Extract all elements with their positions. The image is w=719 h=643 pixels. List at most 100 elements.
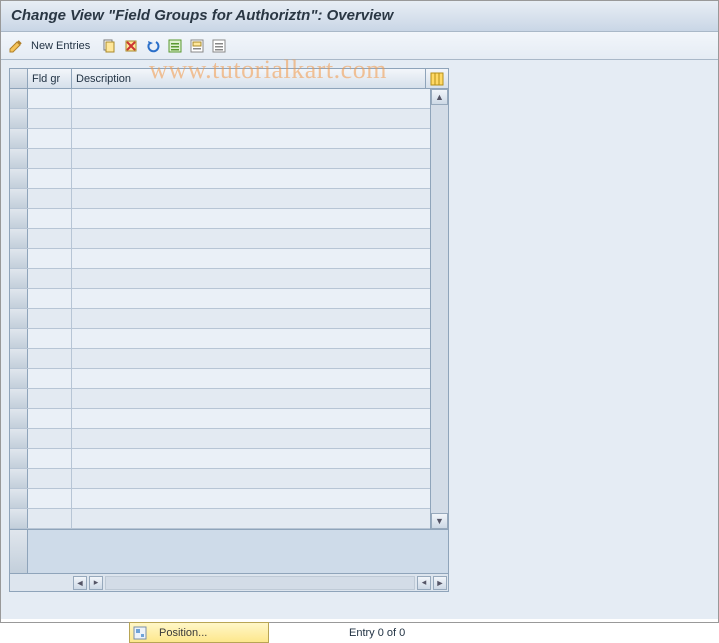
- cell-description[interactable]: [72, 449, 430, 468]
- row-selector[interactable]: [10, 269, 28, 288]
- row-selector[interactable]: [10, 469, 28, 488]
- scroll-right-button[interactable]: ►: [433, 576, 447, 590]
- undo-icon[interactable]: [144, 37, 162, 55]
- table-row[interactable]: [10, 289, 430, 309]
- select-block-icon[interactable]: [188, 37, 206, 55]
- cell-fldgr[interactable]: [28, 109, 72, 128]
- cell-fldgr[interactable]: [28, 449, 72, 468]
- row-selector[interactable]: [10, 289, 28, 308]
- copy-icon[interactable]: [100, 37, 118, 55]
- row-selector[interactable]: [10, 309, 28, 328]
- cell-fldgr[interactable]: [28, 489, 72, 508]
- row-selector[interactable]: [10, 169, 28, 188]
- select-all-column-header[interactable]: [10, 69, 28, 88]
- cell-fldgr[interactable]: [28, 429, 72, 448]
- table-row[interactable]: [10, 329, 430, 349]
- cell-description[interactable]: [72, 469, 430, 488]
- scroll-up-button[interactable]: ▲: [431, 89, 448, 105]
- cell-description[interactable]: [72, 209, 430, 228]
- cell-description[interactable]: [72, 89, 430, 108]
- row-selector[interactable]: [10, 109, 28, 128]
- cell-description[interactable]: [72, 129, 430, 148]
- row-selector[interactable]: [10, 509, 28, 528]
- cell-fldgr[interactable]: [28, 469, 72, 488]
- cell-fldgr[interactable]: [28, 329, 72, 348]
- cell-description[interactable]: [72, 329, 430, 348]
- table-row[interactable]: [10, 429, 430, 449]
- table-row[interactable]: [10, 409, 430, 429]
- cell-description[interactable]: [72, 429, 430, 448]
- cell-description[interactable]: [72, 489, 430, 508]
- cell-description[interactable]: [72, 349, 430, 368]
- scroll-left-button[interactable]: ◄: [73, 576, 87, 590]
- scroll-right-step-button[interactable]: ◂: [417, 576, 431, 590]
- row-selector[interactable]: [10, 129, 28, 148]
- table-row[interactable]: [10, 89, 430, 109]
- cell-description[interactable]: [72, 309, 430, 328]
- cell-fldgr[interactable]: [28, 149, 72, 168]
- cell-fldgr[interactable]: [28, 169, 72, 188]
- cell-fldgr[interactable]: [28, 209, 72, 228]
- row-selector[interactable]: [10, 249, 28, 268]
- cell-fldgr[interactable]: [28, 269, 72, 288]
- cell-description[interactable]: [72, 169, 430, 188]
- scroll-track-horizontal[interactable]: [105, 576, 415, 590]
- table-row[interactable]: [10, 489, 430, 509]
- row-selector[interactable]: [10, 349, 28, 368]
- delete-icon[interactable]: [122, 37, 140, 55]
- position-button[interactable]: Position...: [129, 622, 269, 643]
- cell-description[interactable]: [72, 109, 430, 128]
- row-selector[interactable]: [10, 189, 28, 208]
- cell-fldgr[interactable]: [28, 189, 72, 208]
- cell-fldgr[interactable]: [28, 129, 72, 148]
- table-config-icon[interactable]: [426, 69, 448, 88]
- cell-description[interactable]: [72, 249, 430, 268]
- cell-description[interactable]: [72, 269, 430, 288]
- table-row[interactable]: [10, 229, 430, 249]
- cell-fldgr[interactable]: [28, 509, 72, 528]
- cell-description[interactable]: [72, 189, 430, 208]
- edit-icon[interactable]: [7, 37, 25, 55]
- cell-description[interactable]: [72, 369, 430, 388]
- scroll-down-button[interactable]: ▼: [431, 513, 448, 529]
- table-row[interactable]: [10, 109, 430, 129]
- row-selector[interactable]: [10, 389, 28, 408]
- column-header-fldgr[interactable]: Fld gr: [28, 69, 72, 88]
- row-selector[interactable]: [10, 329, 28, 348]
- scroll-left-step-button[interactable]: ▸: [89, 576, 103, 590]
- cell-fldgr[interactable]: [28, 249, 72, 268]
- cell-fldgr[interactable]: [28, 409, 72, 428]
- cell-description[interactable]: [72, 389, 430, 408]
- table-row[interactable]: [10, 309, 430, 329]
- table-row[interactable]: [10, 209, 430, 229]
- row-selector[interactable]: [10, 449, 28, 468]
- table-row[interactable]: [10, 389, 430, 409]
- cell-fldgr[interactable]: [28, 89, 72, 108]
- cell-fldgr[interactable]: [28, 349, 72, 368]
- table-row[interactable]: [10, 449, 430, 469]
- row-selector[interactable]: [10, 429, 28, 448]
- row-selector[interactable]: [10, 489, 28, 508]
- table-row[interactable]: [10, 369, 430, 389]
- cell-fldgr[interactable]: [28, 229, 72, 248]
- cell-description[interactable]: [72, 509, 430, 528]
- table-row[interactable]: [10, 129, 430, 149]
- row-selector[interactable]: [10, 229, 28, 248]
- table-row[interactable]: [10, 349, 430, 369]
- cell-fldgr[interactable]: [28, 309, 72, 328]
- cell-fldgr[interactable]: [28, 289, 72, 308]
- select-all-icon[interactable]: [166, 37, 184, 55]
- row-selector[interactable]: [10, 209, 28, 228]
- table-row[interactable]: [10, 249, 430, 269]
- deselect-icon[interactable]: [210, 37, 228, 55]
- cell-description[interactable]: [72, 409, 430, 428]
- table-row[interactable]: [10, 269, 430, 289]
- cell-description[interactable]: [72, 289, 430, 308]
- table-row[interactable]: [10, 169, 430, 189]
- row-selector[interactable]: [10, 89, 28, 108]
- cell-description[interactable]: [72, 149, 430, 168]
- cell-fldgr[interactable]: [28, 389, 72, 408]
- new-entries-button[interactable]: New Entries: [31, 40, 90, 52]
- cell-fldgr[interactable]: [28, 369, 72, 388]
- cell-description[interactable]: [72, 229, 430, 248]
